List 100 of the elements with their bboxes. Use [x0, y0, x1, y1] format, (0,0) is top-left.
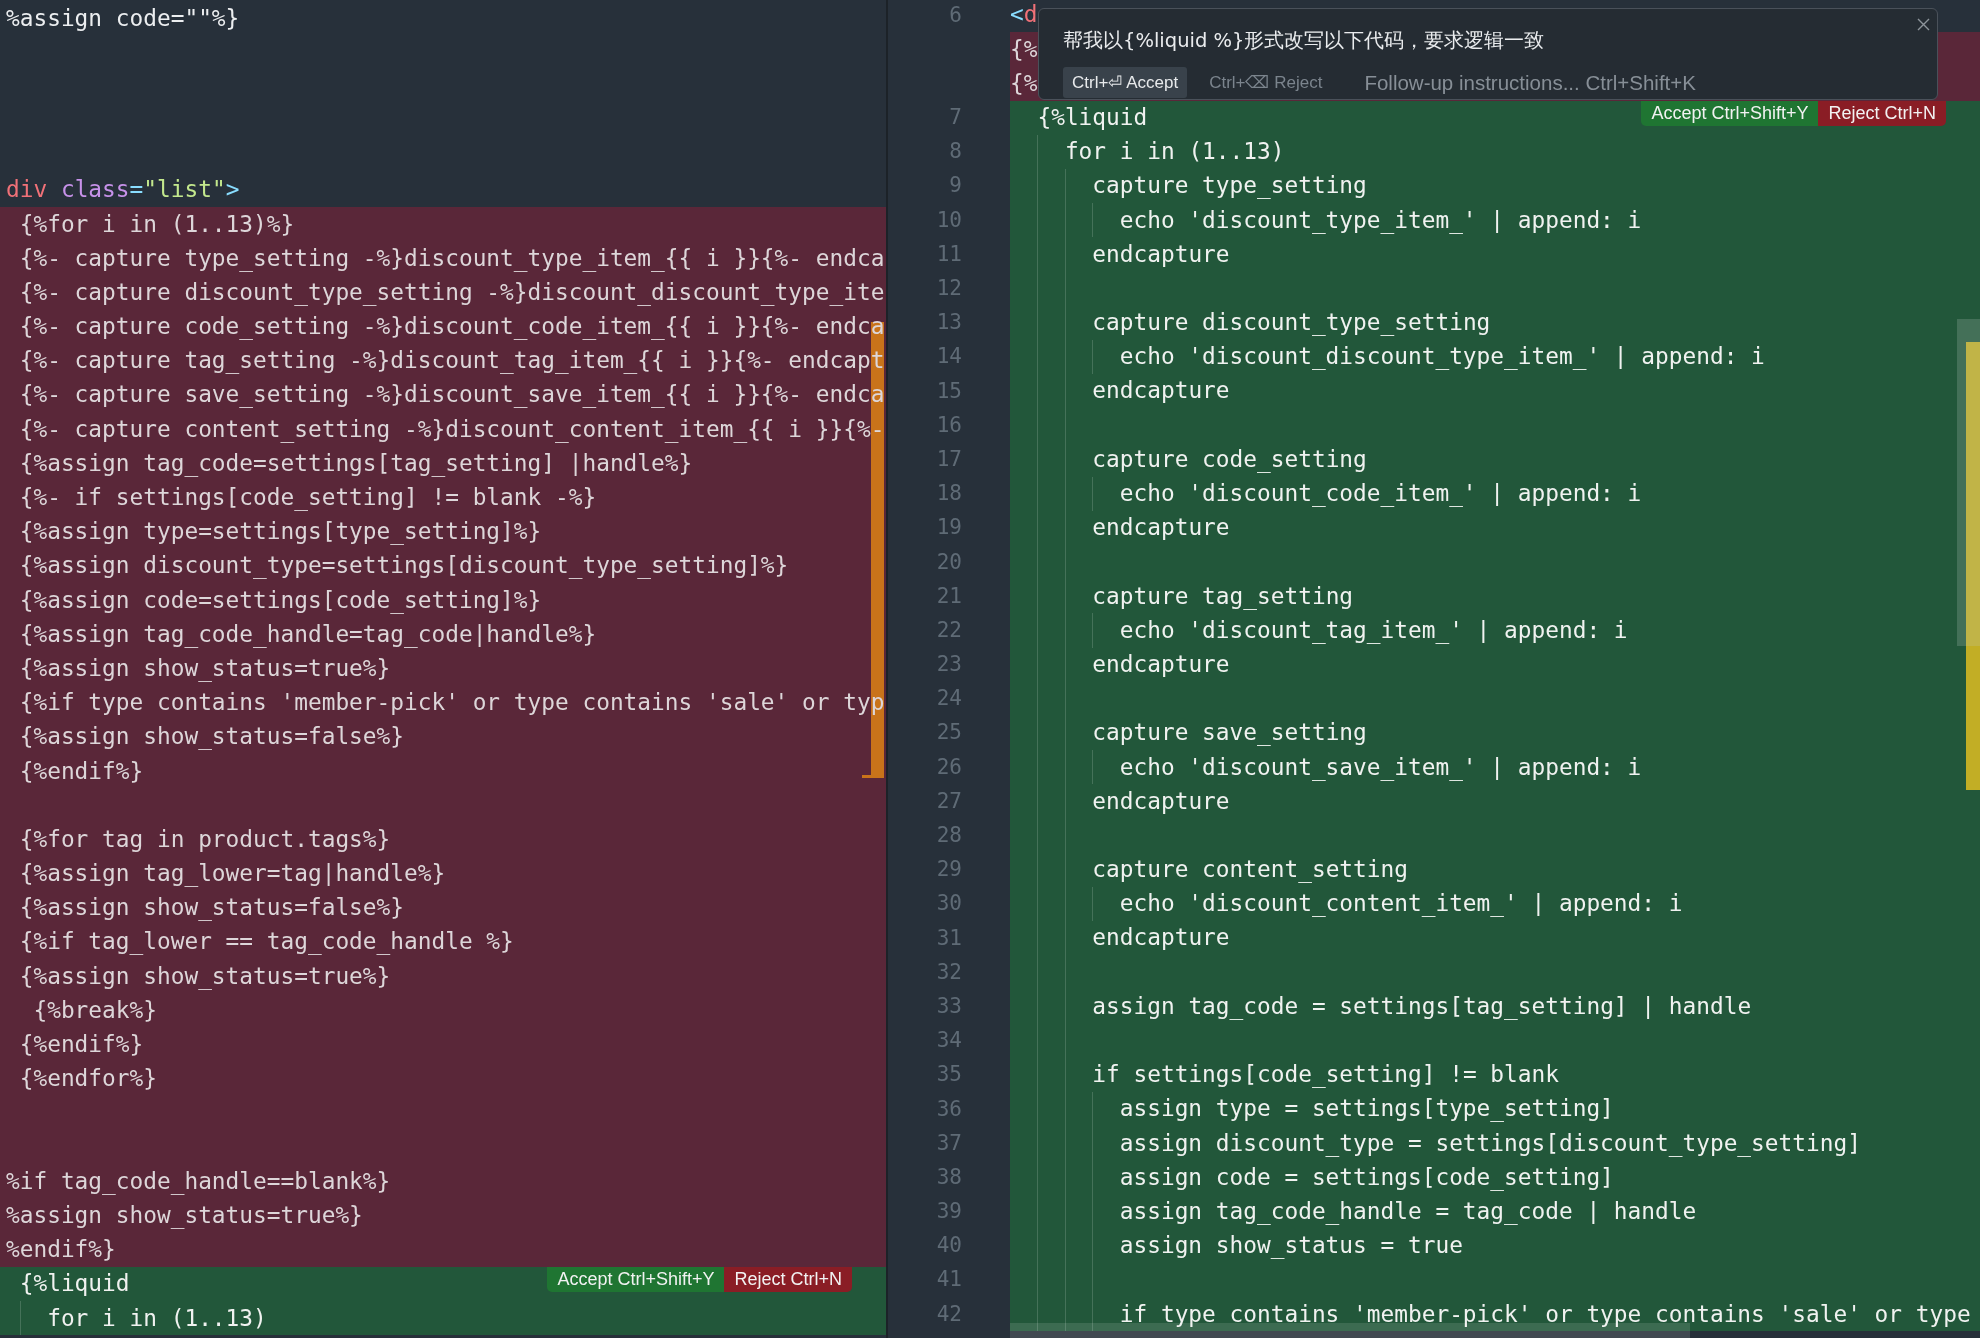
line-number: 35: [936, 1063, 962, 1087]
code-line: {%endif%}: [19, 757, 144, 785]
code-line: {%endfor%}: [19, 1065, 157, 1093]
accept-button[interactable]: Accept Ctrl+Shift+Y: [547, 1266, 725, 1292]
line-number: 34: [936, 1029, 962, 1053]
accept-button[interactable]: Accept Ctrl+Shift+Y: [1641, 100, 1819, 126]
code-line: {%assign show_status=true%}: [19, 655, 391, 683]
line-number: 29: [936, 858, 962, 882]
code-line: {%- capture discount_type_setting -%}discount_discount_type_ite: [19, 278, 885, 307]
code-line: {%: [1010, 35, 1038, 63]
code-line: endcapture: [1092, 924, 1230, 952]
prompt-instruction: 帮我以{%liquid %}形式改写以下代码，要求逻辑一致: [1063, 29, 1545, 53]
line-number: 14: [936, 345, 962, 369]
code-line: echo 'discount_code_item_' | append: i: [1119, 480, 1642, 508]
code-line: echo 'discount_type_item_' | append: i: [1119, 206, 1642, 234]
code-line: {%: [1010, 69, 1038, 98]
code-line: {%liquid: [1037, 104, 1148, 132]
line-number: 42: [936, 1302, 962, 1326]
code-line: {%assign show_status=false%}: [19, 894, 404, 922]
code-line: assign code = settings[code_setting]: [1119, 1163, 1614, 1192]
line-number: 23: [936, 653, 962, 677]
line-number: 16: [936, 413, 962, 437]
line-number: 38: [936, 1165, 962, 1189]
line-number: 41: [936, 1268, 962, 1292]
line-number: 6: [949, 3, 962, 27]
code-line: assign tag_code = settings[tag_setting] | handle: [1092, 992, 1752, 1021]
line-number: 30: [936, 892, 962, 916]
code-line: for i in (1..13): [47, 1304, 267, 1332]
line-number: 18: [936, 482, 962, 506]
code-line: assign tag_code_handle = tag_code | handle: [1119, 1198, 1697, 1226]
close-icon[interactable]: [1917, 18, 1930, 31]
code-line: assign show_status = true: [1119, 1232, 1463, 1260]
reject-button[interactable]: Reject Ctrl+N: [1818, 100, 1946, 126]
code-line: {%assign show_status=true%}: [19, 962, 391, 990]
code-line: capture tag_setting: [1092, 582, 1354, 610]
line-number: 27: [936, 789, 962, 813]
line-number: 25: [936, 721, 962, 745]
code-line: div class="list">: [6, 176, 240, 204]
code-line: capture type_setting: [1092, 172, 1367, 200]
code-line: for i in (1..13): [1064, 138, 1285, 166]
line-number: 22: [936, 618, 962, 642]
code-line: if type contains 'member-pick' or type contains 'sale' or type: [1119, 1300, 1971, 1328]
line-number: 13: [936, 311, 962, 335]
code-line: echo 'discount_discount_type_item_' | append: i: [1119, 343, 1765, 371]
line-number: 40: [936, 1234, 962, 1258]
code-line: {%- if settings[code_setting] != blank -%}: [19, 484, 597, 512]
code-line: {%assign tag_code_handle=tag_code|handle%}: [19, 620, 597, 649]
code-line: endcapture: [1092, 377, 1230, 405]
line-number: 36: [936, 1097, 962, 1121]
code-line: endcapture: [1092, 514, 1230, 542]
code-line: echo 'discount_tag_item_' | append: i: [1119, 616, 1628, 645]
line-number: 15: [936, 379, 962, 403]
line-number: 20: [936, 550, 962, 574]
code-line: assign type = settings[type_setting]: [1119, 1095, 1614, 1123]
code-line: endcapture: [1092, 240, 1230, 269]
follow-up-input[interactable]: Follow-up instructions... Ctrl+Shift+K: [1364, 67, 1835, 98]
code-line: %endif%}: [6, 1236, 116, 1264]
code-line: echo 'discount_content_item_' | append: i: [1119, 890, 1683, 918]
line-number: 17: [936, 448, 962, 472]
line-number: 26: [936, 755, 962, 779]
code-line: %assign code=""%}: [6, 5, 240, 33]
line-number: 28: [936, 824, 962, 848]
line-number: 8: [949, 140, 962, 164]
code-line: {%assign code=settings[code_setting]%}: [19, 586, 542, 614]
code-line: capture discount_type_setting: [1092, 309, 1491, 337]
code-line: {%break%}: [33, 996, 157, 1025]
code-line: {%for tag in product.tags%}: [19, 825, 391, 854]
code-line: capture code_setting: [1092, 445, 1367, 474]
line-number: 12: [936, 277, 962, 301]
code-line: assign discount_type = settings[discount_type_setting]: [1119, 1129, 1861, 1157]
code-line: endcapture: [1092, 787, 1230, 816]
line-number: 24: [936, 687, 962, 711]
scrollbar-thumb[interactable]: [1957, 319, 1980, 646]
code-line: <d: [1010, 1, 1038, 29]
line-number: 32: [936, 960, 962, 984]
code-line: capture content_setting: [1092, 856, 1408, 884]
code-line: %assign show_status=true%}: [6, 1202, 363, 1230]
line-number: 11: [936, 242, 962, 266]
code-line: {%assign tag_code=settings[tag_setting] |handle%}: [19, 449, 693, 478]
line-number: 33: [936, 995, 962, 1019]
code-line: endcapture: [1092, 651, 1230, 679]
line-number: 10: [936, 208, 962, 232]
reject-button[interactable]: Reject Ctrl+N: [724, 1266, 852, 1292]
code-line: {%assign discount_type=settings[discount_type_setting]%}: [19, 552, 789, 580]
code-line: {%if tag_lower == tag_code_handle %}: [19, 928, 514, 956]
code-line: capture save_setting: [1092, 719, 1367, 747]
code-line: {%assign show_status=false%}: [19, 723, 404, 751]
code-line: {%- capture type_setting -%}discount_type_item_{{ i }}{%- endca: [19, 244, 885, 273]
code-line: {%endif%}: [19, 1031, 144, 1059]
line-number: 21: [936, 584, 962, 608]
accept-button[interactable]: Ctrl+⏎ Accept: [1063, 67, 1188, 98]
code-line: %if tag_code_handle==blank%}: [6, 1167, 391, 1196]
code-line: {%assign tag_lower=tag|handle%}: [19, 860, 446, 888]
line-number: 39: [936, 1200, 962, 1224]
reject-button[interactable]: Ctrl+⌫ Reject: [1201, 67, 1331, 98]
line-number: 19: [936, 516, 962, 540]
code-line: {%for i in (1..13)%}: [19, 210, 295, 238]
line-number: 37: [936, 1131, 962, 1155]
code-line: echo 'discount_save_item_' | append: i: [1119, 753, 1642, 781]
code-line: {%assign type=settings[type_setting]%}: [19, 518, 542, 546]
